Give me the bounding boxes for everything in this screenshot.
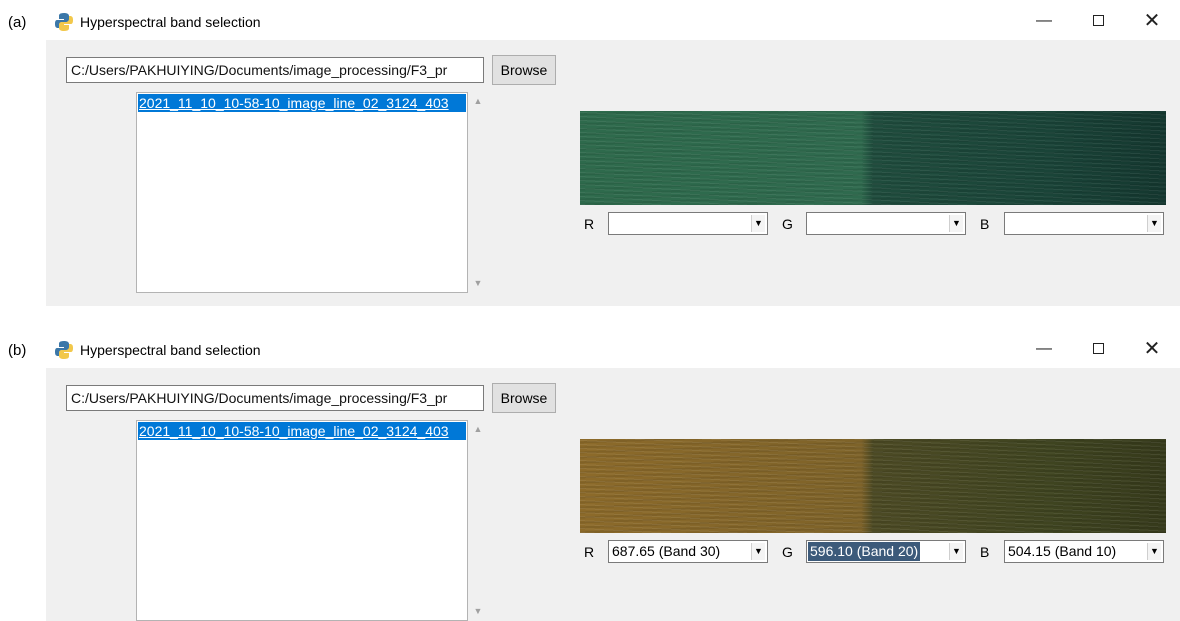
- rgb-image-preview: [580, 439, 1166, 533]
- minimize-button[interactable]: —: [1024, 6, 1064, 36]
- panel-label: (a): [8, 14, 27, 31]
- g-band-value: 596.10 (Band 20): [808, 542, 921, 561]
- window-client: C:/Users/PAKHUIYING/Documents/image_proc…: [46, 40, 1180, 306]
- list-item[interactable]: 2021_11_10_10-58-10_image_line_02_3124_4…: [138, 422, 466, 440]
- g-band-select[interactable]: ▼: [806, 212, 966, 235]
- browse-button[interactable]: Browse: [492, 55, 556, 85]
- dropdown-arrow-icon[interactable]: ▼: [949, 215, 963, 232]
- maximize-button[interactable]: [1078, 334, 1118, 364]
- panel-b: (b) Hyperspectral band selection — ✕ C:/…: [0, 328, 1180, 621]
- maximize-icon: [1092, 15, 1104, 27]
- panel-label: (b): [8, 342, 27, 359]
- close-button[interactable]: ✕: [1132, 6, 1172, 36]
- close-button[interactable]: ✕: [1132, 334, 1172, 364]
- b-band-select[interactable]: ▼: [1004, 212, 1164, 235]
- path-input[interactable]: C:/Users/PAKHUIYING/Documents/image_proc…: [66, 385, 484, 411]
- scroll-up-icon[interactable]: ▲: [473, 96, 483, 106]
- r-band-select[interactable]: 687.65 (Band 30) ▼: [608, 540, 768, 563]
- band-selector-row: R ▼ G ▼ B ▼: [580, 211, 1170, 237]
- g-label: G: [782, 216, 793, 232]
- list-item[interactable]: 2021_11_10_10-58-10_image_line_02_3124_4…: [138, 94, 466, 112]
- r-band-value: [610, 214, 614, 233]
- path-input[interactable]: C:/Users/PAKHUIYING/Documents/image_proc…: [66, 57, 484, 83]
- scroll-up-icon[interactable]: ▲: [473, 424, 483, 434]
- r-label: R: [584, 216, 595, 232]
- window-title: Hyperspectral band selection: [80, 14, 261, 30]
- r-label: R: [584, 544, 595, 560]
- python-icon: [55, 13, 73, 31]
- dropdown-arrow-icon[interactable]: ▼: [1147, 215, 1161, 232]
- g-band-select[interactable]: 596.10 (Band 20) ▼: [806, 540, 966, 563]
- scroll-down-icon[interactable]: ▼: [473, 606, 483, 616]
- file-listbox[interactable]: 2021_11_10_10-58-10_image_line_02_3124_4…: [136, 420, 468, 621]
- b-band-value: [1006, 214, 1010, 233]
- dropdown-arrow-icon[interactable]: ▼: [751, 215, 765, 232]
- scroll-down-icon[interactable]: ▼: [473, 278, 483, 288]
- band-selector-row: R 687.65 (Band 30) ▼ G 596.10 (Band 20) …: [580, 539, 1170, 565]
- g-band-value: [808, 214, 812, 233]
- window-title: Hyperspectral band selection: [80, 342, 261, 358]
- b-band-value: 504.15 (Band 10): [1008, 543, 1117, 559]
- window-client: C:/Users/PAKHUIYING/Documents/image_proc…: [46, 368, 1180, 621]
- title-bar: Hyperspectral band selection — ✕: [46, 0, 1180, 40]
- rgb-image-preview: [580, 111, 1166, 205]
- browse-button[interactable]: Browse: [492, 383, 556, 413]
- file-listbox[interactable]: 2021_11_10_10-58-10_image_line_02_3124_4…: [136, 92, 468, 293]
- maximize-icon: [1092, 343, 1104, 355]
- dropdown-arrow-icon[interactable]: ▼: [1147, 543, 1161, 560]
- r-band-value: 687.65 (Band 30): [612, 543, 721, 559]
- maximize-button[interactable]: [1078, 6, 1118, 36]
- panel-a: (a) Hyperspectral band selection — ✕ C:/…: [0, 0, 1180, 306]
- b-label: B: [980, 544, 990, 560]
- b-label: B: [980, 216, 990, 232]
- minimize-button[interactable]: —: [1024, 334, 1064, 364]
- title-bar: Hyperspectral band selection — ✕: [46, 328, 1180, 368]
- python-icon: [55, 341, 73, 359]
- r-band-select[interactable]: ▼: [608, 212, 768, 235]
- dropdown-arrow-icon[interactable]: ▼: [751, 543, 765, 560]
- g-label: G: [782, 544, 793, 560]
- dropdown-arrow-icon[interactable]: ▼: [949, 543, 963, 560]
- b-band-select[interactable]: 504.15 (Band 10) ▼: [1004, 540, 1164, 563]
